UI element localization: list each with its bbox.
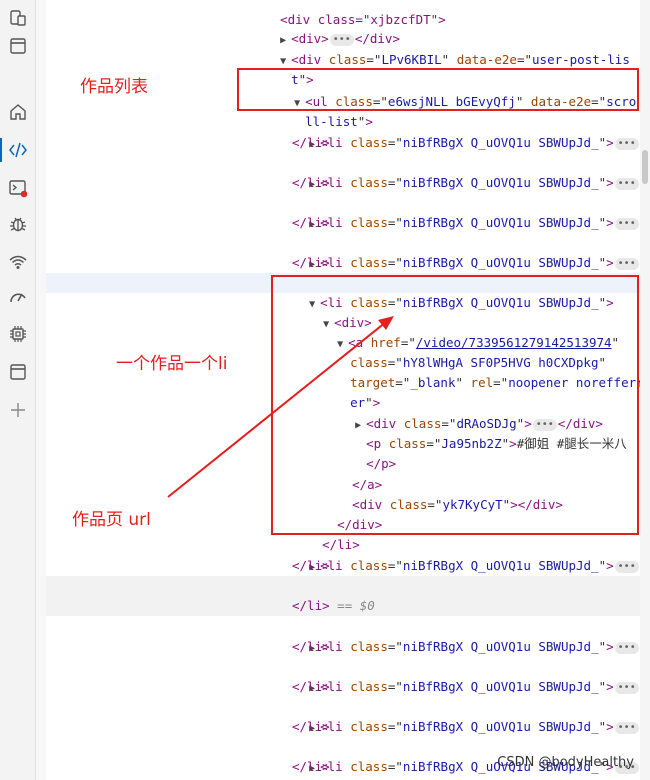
list-item[interactable]: ▶ <li class="niBfRBgX Q_uOVQ1u SBWUpJd_">… <box>46 617 640 654</box>
annotation-box-li <box>271 275 639 535</box>
console-ref-marker: == $0 <box>337 598 375 613</box>
annotation-works-list: 作品列表 <box>80 77 148 97</box>
list-item[interactable]: ▶ <li class="niBfRBgX Q_uOVQ1u SBWUpJd_">… <box>46 657 640 694</box>
performance-icon[interactable] <box>6 286 30 310</box>
add-icon[interactable] <box>6 398 30 422</box>
vertical-scrollbar[interactable] <box>640 0 650 780</box>
list-item-close: </li> <box>292 135 330 150</box>
activity-bar <box>0 0 36 780</box>
console-icon[interactable] <box>6 176 30 200</box>
list-item[interactable]: ▶ <li class="niBfRBgX Q_uOVQ1u SBWUpJd_">… <box>46 697 640 734</box>
home-icon[interactable] <box>6 100 30 124</box>
annotation-work-url: 作品页 url <box>72 510 151 530</box>
elements-icon[interactable] <box>0 138 30 162</box>
application-icon[interactable] <box>6 360 30 384</box>
list-item-close: </li> <box>292 255 330 270</box>
list-item-close: </li> <box>292 639 330 654</box>
dom-node-post-list-div[interactable]: ▼ <div class="LPv6KBIL" data-e2e="user-po… <box>46 30 640 67</box>
gutter <box>36 0 46 780</box>
list-item-close-selected: </li> == $0 <box>46 596 640 617</box>
scrollbar-thumb[interactable] <box>642 150 648 184</box>
list-item[interactable]: ▶ <li class="niBfRBgX Q_uOVQ1u SBWUpJd_">… <box>46 233 640 270</box>
list-item[interactable]: ▶ <li class="niBfRBgX Q_uOVQ1u SBWUpJd_">… <box>46 113 640 150</box>
device-toggle-icon[interactable] <box>6 6 30 30</box>
dom-node-div-collapsed[interactable]: ▶ <div> ••• </div> <box>46 9 640 46</box>
list-item-close: </li> <box>292 215 330 230</box>
list-item-close: </li> <box>292 175 330 190</box>
list-item-close: </li> <box>292 719 330 734</box>
memory-icon[interactable] <box>6 322 30 346</box>
list-item[interactable]: ▶ <li class="niBfRBgX Q_uOVQ1u SBWUpJd_">… <box>46 153 640 190</box>
list-item[interactable]: ▶ <li class="niBfRBgX Q_uOVQ1u SBWUpJd_">… <box>46 193 640 230</box>
bug-icon[interactable] <box>6 212 30 236</box>
annotation-one-li: 一个作品一个li <box>116 354 228 374</box>
watermark: CSDN @bodyHealthy <box>497 755 634 770</box>
list-item-close: </li> <box>292 679 330 694</box>
annotation-box-ul <box>237 68 639 111</box>
list-item[interactable]: ▶ <li class="niBfRBgX Q_uOVQ1u SBWUpJd_">… <box>46 536 640 573</box>
list-item-close: </li> <box>292 558 330 573</box>
window-icon[interactable] <box>6 34 30 58</box>
network-icon[interactable] <box>6 250 30 274</box>
list-item-selected[interactable]: ▶<li class="niBfRBgX Q_uOVQ1u SBWUpJd_">… <box>46 576 640 613</box>
